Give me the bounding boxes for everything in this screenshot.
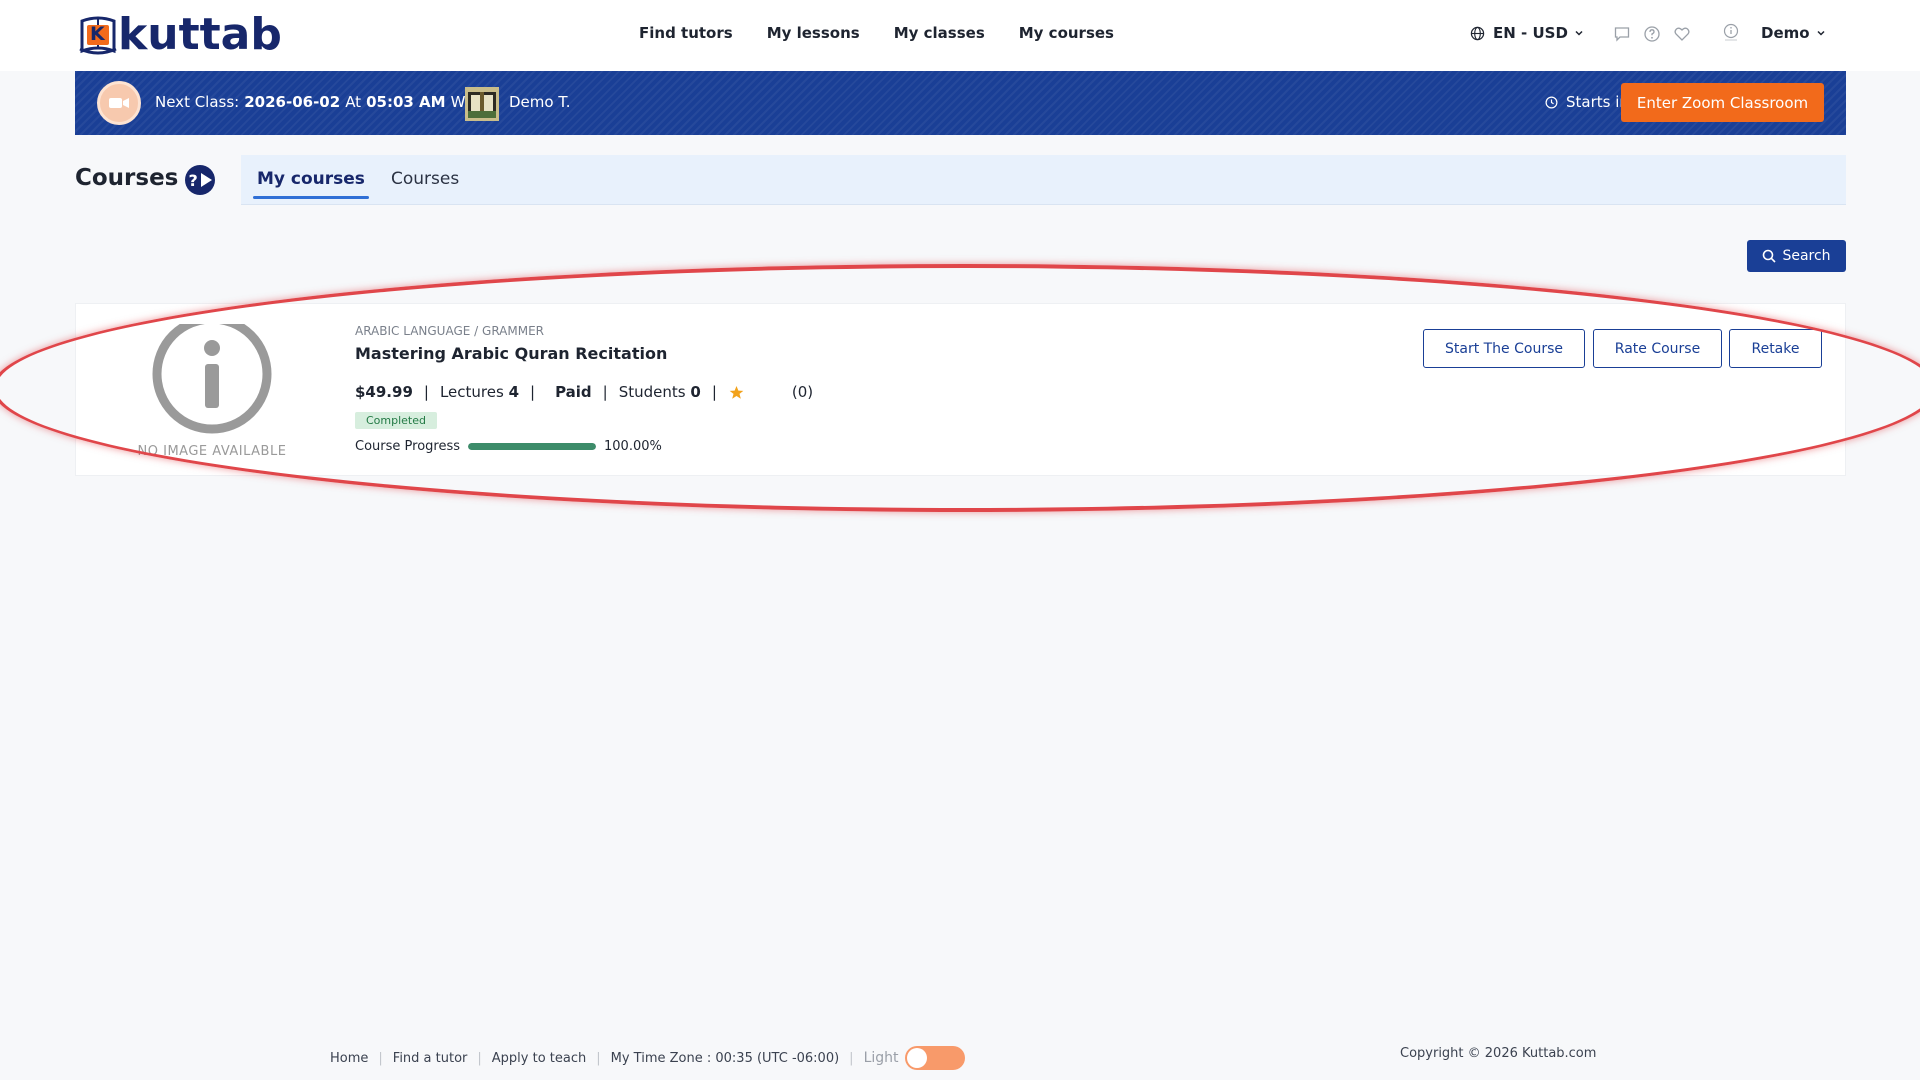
enter-zoom-classroom-button[interactable]: Enter Zoom Classroom [1621,83,1824,122]
chat-icon[interactable] [1613,25,1631,43]
video-camera-icon [97,81,141,125]
progress-percent: 100.00% [604,439,662,454]
start-course-button[interactable]: Start The Course [1423,329,1585,368]
course-category: ARABIC LANGUAGE / GRAMMER [355,324,544,338]
retake-button[interactable]: Retake [1729,329,1822,368]
nav-my-classes[interactable]: My classes [894,24,985,42]
star-icon [729,385,744,399]
kuttab-logo[interactable]: K kuttab [78,12,282,58]
course-title[interactable]: Mastering Arabic Quran Recitation [355,344,667,363]
tutor-name: Demo T. [509,93,571,111]
info-icon[interactable] [1722,23,1740,41]
status-badge: Completed [355,412,437,429]
tab-my-courses[interactable]: My courses [253,169,369,199]
course-progress: Course Progress 100.00% [355,439,662,454]
meta-separator: | [530,383,536,401]
search-button[interactable]: Search [1747,240,1846,272]
search-button-label: Search [1782,248,1831,264]
footer-separator: | [378,1050,383,1066]
chevron-down-icon [1575,30,1583,36]
main-nav: Find tutors My lessons My classes My cou… [639,24,1148,42]
clock-icon [1545,96,1558,108]
meta-separator: | [423,383,429,401]
heart-icon[interactable] [1673,25,1691,43]
at-label: At [345,93,362,111]
meta-separator: | [711,383,717,401]
footer-separator: | [596,1050,601,1066]
info-icon [152,324,272,434]
progress-bar-fill [468,443,596,450]
lectures-label: Lectures [439,383,504,401]
footer-separator: | [477,1050,482,1066]
course-thumbnail-placeholder: NO IMAGE AVAILABLE [126,324,298,459]
copyright: Copyright © 2026 Kuttab.com [1400,1046,1597,1061]
rating-count: (0) [791,383,814,401]
language-currency-selector[interactable]: EN - USD [1470,24,1584,42]
progress-label: Course Progress [355,439,460,454]
course-price: $49.99 [355,383,413,401]
next-class-info: Next Class: 2026-06-02 At 05:03 AM With [155,93,485,111]
globe-icon [1470,26,1485,40]
footer-links: Home | Find a tutor | Apply to teach | M… [330,1046,965,1070]
nav-find-tutors[interactable]: Find tutors [639,24,733,42]
nav-my-lessons[interactable]: My lessons [767,24,860,42]
search-icon [1763,249,1777,263]
tutor-avatar [465,87,499,121]
tab-courses[interactable]: Courses [391,169,459,189]
footer-link-apply-to-teach[interactable]: Apply to teach [492,1051,586,1066]
paid-label: Paid [555,383,592,401]
students-count: 0 [690,383,701,401]
nav-my-courses[interactable]: My courses [1019,24,1114,42]
next-class-time: 05:03 AM [366,93,446,111]
help-video-icon[interactable]: ? [182,165,218,195]
course-card: NO IMAGE AVAILABLE ARABIC LANGUAGE / GRA… [75,303,1846,476]
footer-link-find-tutor[interactable]: Find a tutor [393,1051,468,1066]
course-tabs: My courses Courses [241,155,1846,205]
help-circle-icon[interactable] [1643,25,1661,43]
logo-letter: K [90,23,105,45]
user-name: Demo [1761,24,1810,42]
theme-label: Light [863,1050,899,1066]
footer-separator: | [849,1050,854,1066]
top-header: K kuttab Find tutors My lessons My class… [0,0,1920,71]
footer-time-zone: My Time Zone : 00:35 (UTC -06:00) [610,1050,840,1066]
theme-toggle[interactable] [904,1046,965,1070]
next-class-date: 2026-06-02 [244,93,341,111]
course-meta: $49.99 | Lectures 4 | Paid | Students 0 … [355,383,813,401]
students-label: Students [618,383,686,401]
chevron-down-icon [1817,30,1825,36]
user-menu[interactable]: Demo [1761,24,1826,42]
next-class-banner: Next Class: 2026-06-02 At 05:03 AM With … [75,71,1846,135]
lectures-count: 4 [508,383,520,401]
language-currency-label: EN - USD [1493,24,1568,42]
theme-toggle-knob [906,1048,927,1068]
progress-bar [468,443,596,450]
svg-text:?: ? [189,171,198,190]
next-class-label: Next Class: [155,93,240,111]
no-image-caption: NO IMAGE AVAILABLE [137,444,287,459]
rate-course-button[interactable]: Rate Course [1593,329,1722,368]
meta-separator: | [602,383,608,401]
page-title: Courses [75,165,179,191]
logo-book-icon: K [78,13,118,57]
footer-link-home[interactable]: Home [330,1051,368,1066]
logo-wordmark: kuttab [118,9,282,60]
